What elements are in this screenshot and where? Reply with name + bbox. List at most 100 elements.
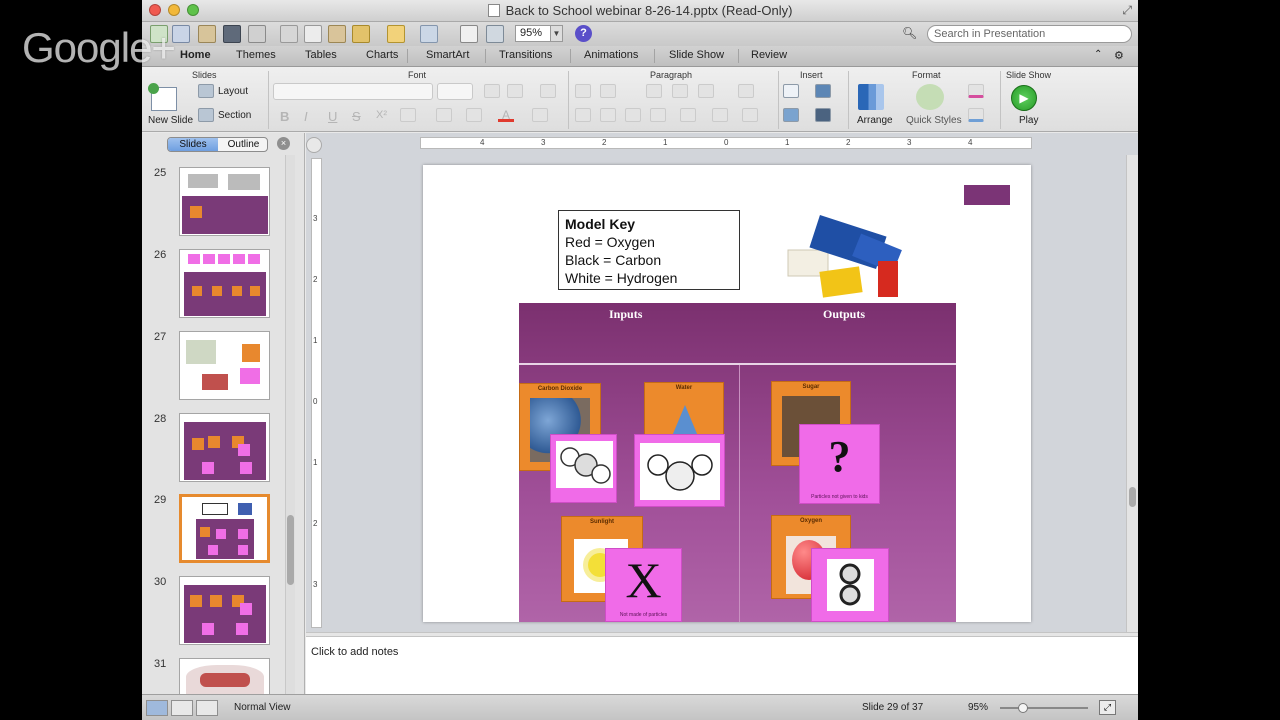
clear-format-icon[interactable] <box>540 84 556 98</box>
horizontal-ruler[interactable]: 4 3 2 1 0 1 2 3 4 <box>420 137 1032 149</box>
fit-to-window-icon[interactable]: ⤢ <box>1099 700 1116 715</box>
search-icon[interactable]: 🔍︎ <box>902 26 917 40</box>
bold-button[interactable]: B <box>280 109 289 124</box>
normal-view-button[interactable] <box>146 700 168 716</box>
tab-animations[interactable]: Animations <box>584 49 638 61</box>
slide-thumbnail-27[interactable] <box>179 331 270 400</box>
redo-icon[interactable] <box>420 25 438 43</box>
media-icon[interactable] <box>815 108 831 122</box>
text-box-icon[interactable] <box>742 108 758 122</box>
slide-sorter-icon[interactable] <box>460 25 478 43</box>
copy-icon[interactable] <box>304 25 322 43</box>
play-button[interactable]: Play <box>1019 115 1038 126</box>
underline-button[interactable]: U <box>328 109 337 124</box>
chevron-down-icon[interactable]: ▼ <box>550 25 563 42</box>
collapse-ribbon-icon[interactable]: ⌃ <box>1094 49 1102 60</box>
font-name-field[interactable] <box>273 83 433 100</box>
section-button[interactable]: Section <box>218 110 251 121</box>
slide-thumbnail-25[interactable] <box>179 167 270 236</box>
picture-icon[interactable] <box>815 84 831 98</box>
tab-review[interactable]: Review <box>751 49 787 61</box>
quick-styles-button[interactable]: Quick Styles <box>906 115 962 126</box>
slide-thumbnail-30[interactable] <box>179 576 270 645</box>
sugar-particles-card[interactable]: ? Particles not given to kids <box>799 424 880 504</box>
tab-transitions[interactable]: Transitions <box>499 49 552 61</box>
help-icon[interactable]: ? <box>575 25 592 42</box>
fullscreen-icon[interactable]: ⤢ <box>1122 3 1132 18</box>
vertical-ruler[interactable]: 3 2 1 0 1 2 3 <box>311 158 322 628</box>
subscript-icon[interactable] <box>400 108 416 122</box>
align-text-icon[interactable] <box>712 108 728 122</box>
slide-thumbnail-31[interactable] <box>179 658 270 694</box>
italic-button[interactable]: I <box>304 109 308 124</box>
tab-outline[interactable]: Outline <box>219 138 267 151</box>
bullets-icon[interactable] <box>575 84 591 98</box>
paste-icon[interactable] <box>328 25 346 43</box>
media-browser-icon[interactable] <box>486 25 504 43</box>
tab-slide-show[interactable]: Slide Show <box>669 49 724 61</box>
slide-thumbnail-26[interactable] <box>179 249 270 318</box>
strikethrough-button[interactable]: S <box>352 109 361 124</box>
grow-font-icon[interactable] <box>484 84 500 98</box>
arrange-button[interactable]: Arrange <box>857 115 893 126</box>
inputs-outputs-panel[interactable]: Inputs Outputs Carbon Dioxide Water Suga… <box>519 303 956 622</box>
align-center-icon[interactable] <box>600 108 616 122</box>
close-panel-icon[interactable]: × <box>277 137 290 150</box>
font-color-icon[interactable]: A <box>498 108 514 122</box>
quick-styles-icon[interactable] <box>916 84 944 110</box>
shape-line-icon[interactable] <box>968 108 984 122</box>
align-right-icon[interactable] <box>625 108 641 122</box>
model-key-textbox[interactable]: Model Key Red = Oxygen Black = Carbon Wh… <box>558 210 740 290</box>
arrange-icon[interactable] <box>858 84 884 110</box>
slide-sorter-view-button[interactable] <box>171 700 193 716</box>
increase-indent-icon[interactable] <box>672 84 688 98</box>
text-effects-icon[interactable] <box>532 108 548 122</box>
panel-scrollbar-thumb[interactable] <box>287 515 294 585</box>
columns-icon[interactable] <box>738 84 754 98</box>
shape-fill-icon[interactable] <box>968 84 984 98</box>
co2-molecule-card[interactable] <box>550 434 617 503</box>
line-spacing-icon[interactable] <box>698 84 714 98</box>
presenter-view-button[interactable] <box>196 700 218 716</box>
format-painter-icon[interactable] <box>352 25 370 43</box>
shape-icon[interactable] <box>783 108 799 122</box>
undo-icon[interactable] <box>387 25 405 43</box>
notes-pane[interactable]: Click to add notes <box>306 637 1138 694</box>
print-icon[interactable] <box>248 25 266 43</box>
slide-thumbnail-28[interactable] <box>179 413 270 482</box>
tab-tables[interactable]: Tables <box>305 49 337 61</box>
new-slide-button[interactable]: New Slide <box>148 115 193 126</box>
editor-scrollbar[interactable] <box>1126 155 1138 632</box>
numbering-icon[interactable] <box>600 84 616 98</box>
align-left-icon[interactable] <box>575 108 591 122</box>
character-spacing-icon[interactable] <box>436 108 452 122</box>
oxygen-molecule-card[interactable] <box>811 548 889 622</box>
sunlight-particles-card[interactable]: X Not made of particles <box>605 548 682 622</box>
justify-icon[interactable] <box>650 108 666 122</box>
superscript-button[interactable]: X² <box>376 109 387 121</box>
editor-scrollbar-thumb[interactable] <box>1129 487 1136 507</box>
decrease-indent-icon[interactable] <box>646 84 662 98</box>
text-direction-icon[interactable] <box>680 108 696 122</box>
zoom-slider[interactable] <box>1000 703 1088 713</box>
layout-button[interactable]: Layout <box>218 86 248 97</box>
new-document-icon[interactable] <box>150 25 168 43</box>
save-icon[interactable] <box>223 25 241 43</box>
templates-icon[interactable] <box>172 25 190 43</box>
corner-rectangle[interactable] <box>964 185 1010 205</box>
tab-home[interactable]: Home <box>180 49 211 61</box>
cut-icon[interactable] <box>280 25 298 43</box>
slide-canvas[interactable]: Model Key Red = Oxygen Black = Carbon Wh… <box>423 165 1031 622</box>
tab-smartart[interactable]: SmartArt <box>426 49 469 61</box>
search-input[interactable]: Search in Presentation <box>927 25 1132 43</box>
open-icon[interactable] <box>198 25 216 43</box>
gear-icon[interactable]: ⚙ <box>1114 49 1124 62</box>
shrink-font-icon[interactable] <box>507 84 523 98</box>
font-size-field[interactable] <box>437 83 473 100</box>
water-molecule-card[interactable] <box>634 434 725 507</box>
lego-bricks-image[interactable] <box>783 205 923 305</box>
panel-scrollbar[interactable] <box>285 155 295 694</box>
zoom-slider-knob[interactable] <box>1018 703 1028 713</box>
text-highlight-icon[interactable] <box>466 108 482 122</box>
slide-thumbnail-29[interactable] <box>179 494 270 563</box>
